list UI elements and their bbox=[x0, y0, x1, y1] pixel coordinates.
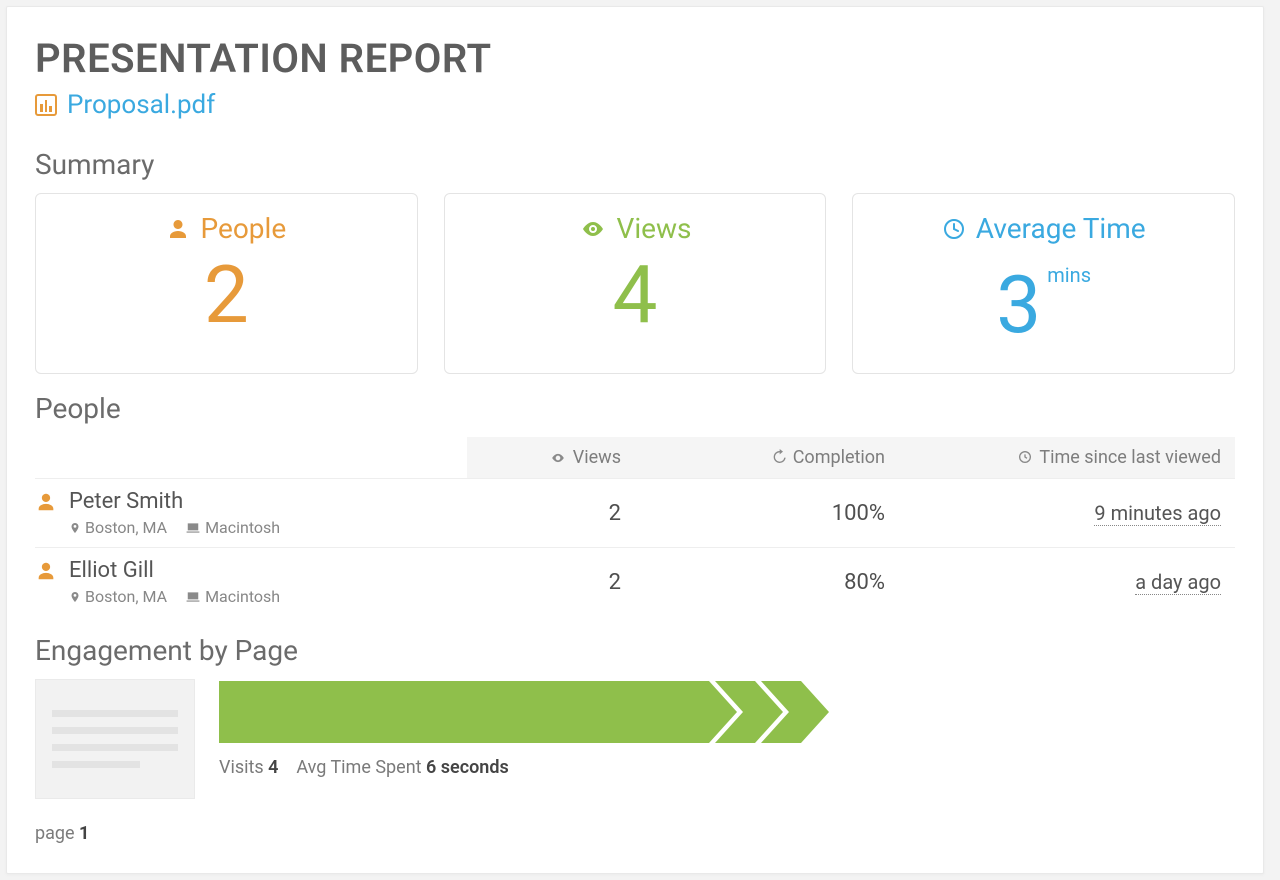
person-device: Macintosh bbox=[185, 587, 280, 606]
summary-card-views: Views 4 bbox=[444, 193, 827, 374]
summary-views-value: 4 bbox=[455, 255, 816, 335]
summary-people-value: 2 bbox=[46, 255, 407, 335]
engagement-details: Visits 4 Avg Time Spent 6 seconds bbox=[219, 679, 1235, 778]
person-name: Elliot Gill bbox=[69, 558, 280, 583]
engagement-arrows-chart bbox=[219, 681, 1235, 743]
people-table: Views Completion Time since last viewed … bbox=[35, 437, 1235, 616]
report-page: PRESENTATION REPORT Proposal.pdf Summary… bbox=[6, 6, 1264, 874]
row-completion: 80% bbox=[635, 548, 899, 617]
eye-icon bbox=[579, 217, 607, 241]
person-icon bbox=[35, 491, 57, 513]
eye-icon bbox=[549, 451, 567, 465]
row-time-since: 9 minutes ago bbox=[899, 479, 1235, 548]
avg-time-spent-value: 6 seconds bbox=[426, 757, 509, 778]
row-time-since: a day ago bbox=[899, 548, 1235, 617]
summary-heading: Summary bbox=[35, 148, 1235, 181]
person-icon bbox=[35, 560, 57, 582]
col-views-label: Views bbox=[573, 447, 621, 468]
summary-card-avg-time: Average Time 3 mins bbox=[852, 193, 1235, 374]
summary-avg-time-label: Average Time bbox=[976, 212, 1146, 245]
table-row[interactable]: Peter Smith Boston, MA Macintosh 2100%9 min… bbox=[35, 479, 1235, 548]
engagement-arrow-segment bbox=[219, 681, 737, 743]
row-completion: 100% bbox=[635, 479, 899, 548]
engagement-meta: Visits 4 Avg Time Spent 6 seconds bbox=[219, 757, 1235, 778]
history-icon bbox=[771, 449, 787, 465]
summary-card-people: People 2 bbox=[35, 193, 418, 374]
clock-icon bbox=[942, 217, 966, 241]
page-number-label: page 1 bbox=[35, 823, 1235, 844]
page-label-prefix: page bbox=[35, 823, 75, 844]
people-table-header-row: Views Completion Time since last viewed bbox=[35, 437, 1235, 479]
people-table-header-empty bbox=[35, 437, 467, 479]
person-location: Boston, MA bbox=[69, 518, 167, 537]
engagement-heading: Engagement by Page bbox=[35, 634, 1235, 667]
chart-file-icon bbox=[35, 94, 57, 116]
person-device: Macintosh bbox=[185, 518, 280, 537]
summary-cards: People 2 Views 4 Average Time 3 mi bbox=[35, 193, 1235, 374]
person-icon bbox=[166, 217, 190, 241]
summary-people-label: People bbox=[200, 212, 286, 245]
people-table-header-views[interactable]: Views bbox=[467, 437, 635, 479]
pin-icon bbox=[69, 521, 81, 535]
people-table-header-time[interactable]: Time since last viewed bbox=[899, 437, 1235, 479]
avg-time-spent-label: Avg Time Spent bbox=[296, 757, 421, 778]
pin-icon bbox=[69, 590, 81, 604]
page-thumbnail[interactable] bbox=[35, 679, 195, 799]
table-row[interactable]: Elliot Gill Boston, MA Macintosh 280%a day … bbox=[35, 548, 1235, 617]
col-time-label: Time since last viewed bbox=[1039, 447, 1221, 468]
visits-label: Visits bbox=[219, 757, 264, 778]
row-views: 2 bbox=[467, 548, 635, 617]
summary-avg-time-units: mins bbox=[1047, 263, 1091, 287]
clock-icon bbox=[1017, 449, 1033, 465]
summary-avg-time-value: 3 bbox=[996, 265, 1041, 345]
monitor-icon bbox=[185, 590, 201, 604]
person-location: Boston, MA bbox=[69, 587, 167, 606]
summary-views-label: Views bbox=[617, 212, 692, 245]
monitor-icon bbox=[185, 521, 201, 535]
visits-value: 4 bbox=[268, 757, 278, 778]
people-heading: People bbox=[35, 392, 1235, 425]
file-link-row: Proposal.pdf bbox=[35, 90, 1235, 120]
engagement-row: Visits 4 Avg Time Spent 6 seconds bbox=[35, 679, 1235, 799]
col-completion-label: Completion bbox=[793, 447, 885, 468]
file-name-link[interactable]: Proposal.pdf bbox=[67, 90, 215, 120]
page-label-number: 1 bbox=[79, 823, 89, 844]
row-views: 2 bbox=[467, 479, 635, 548]
page-title: PRESENTATION REPORT bbox=[35, 35, 1235, 82]
engagement-arrow-segment bbox=[761, 681, 829, 743]
people-table-header-completion[interactable]: Completion bbox=[635, 437, 899, 479]
person-name: Peter Smith bbox=[69, 489, 280, 514]
